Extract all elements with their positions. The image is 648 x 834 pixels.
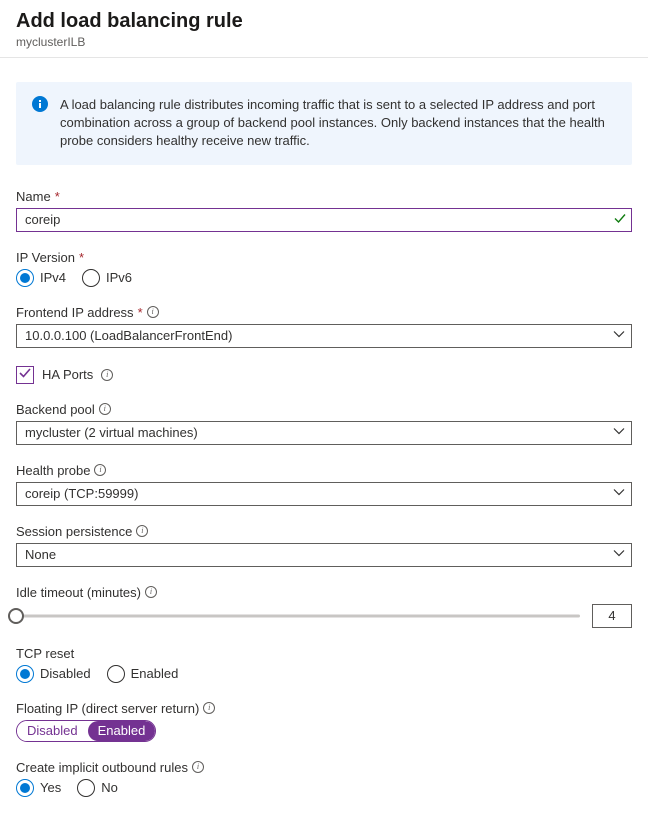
outbound-yes-radio[interactable]: Yes [16,779,61,797]
info-text: A load balancing rule distributes incomi… [60,96,616,151]
outbound-label: Create implicit outbound rules i [16,760,632,775]
page-subtitle: myclusterILB [16,35,632,49]
healthprobe-label: Health probe i [16,463,632,478]
tcpreset-label: TCP reset [16,646,632,661]
page-title: Add load balancing rule [16,10,632,33]
ipversion-label: IP Version* [16,250,632,265]
idle-value[interactable]: 4 [592,604,632,628]
info-banner: A load balancing rule distributes incomi… [16,82,632,165]
floatingip-enabled-pill[interactable]: Enabled [88,721,156,741]
backend-select[interactable]: mycluster (2 virtual machines) [16,421,632,445]
session-label: Session persistence i [16,524,632,539]
outbound-no-radio[interactable]: No [77,779,118,797]
tooltip-icon[interactable]: i [101,369,113,381]
floatingip-label: Floating IP (direct server return) i [16,701,632,716]
idle-slider[interactable] [16,606,580,626]
valid-check-icon [614,212,626,227]
frontend-select[interactable]: 10.0.0.100 (LoadBalancerFrontEnd) [16,324,632,348]
idle-label: Idle timeout (minutes) i [16,585,632,600]
tcpreset-enabled-radio[interactable]: Enabled [107,665,179,683]
chevron-down-icon [613,328,625,343]
tooltip-icon[interactable]: i [99,403,111,415]
tooltip-icon[interactable]: i [94,464,106,476]
ipversion-ipv6-radio[interactable]: IPv6 [82,269,132,287]
haports-label: HA Ports [42,367,93,382]
name-input[interactable] [16,208,632,232]
backend-label: Backend pool i [16,402,632,417]
chevron-down-icon [613,547,625,562]
floatingip-disabled-pill[interactable]: Disabled [17,721,88,741]
floatingip-toggle: Disabled Enabled [16,720,156,742]
frontend-label: Frontend IP address* i [16,305,632,320]
chevron-down-icon [613,486,625,501]
chevron-down-icon [613,425,625,440]
tooltip-icon[interactable]: i [136,525,148,537]
tcpreset-disabled-radio[interactable]: Disabled [16,665,91,683]
session-select[interactable]: None [16,543,632,567]
check-icon [19,367,31,382]
slider-thumb[interactable] [8,608,24,624]
name-label: Name* [16,189,632,204]
page-header: Add load balancing rule myclusterILB [0,0,648,58]
ipversion-ipv4-radio[interactable]: IPv4 [16,269,66,287]
tooltip-icon[interactable]: i [203,702,215,714]
healthprobe-select[interactable]: coreip (TCP:59999) [16,482,632,506]
haports-checkbox[interactable] [16,366,34,384]
tooltip-icon[interactable]: i [145,586,157,598]
tooltip-icon[interactable]: i [192,761,204,773]
info-icon [32,96,48,151]
tooltip-icon[interactable]: i [147,306,159,318]
